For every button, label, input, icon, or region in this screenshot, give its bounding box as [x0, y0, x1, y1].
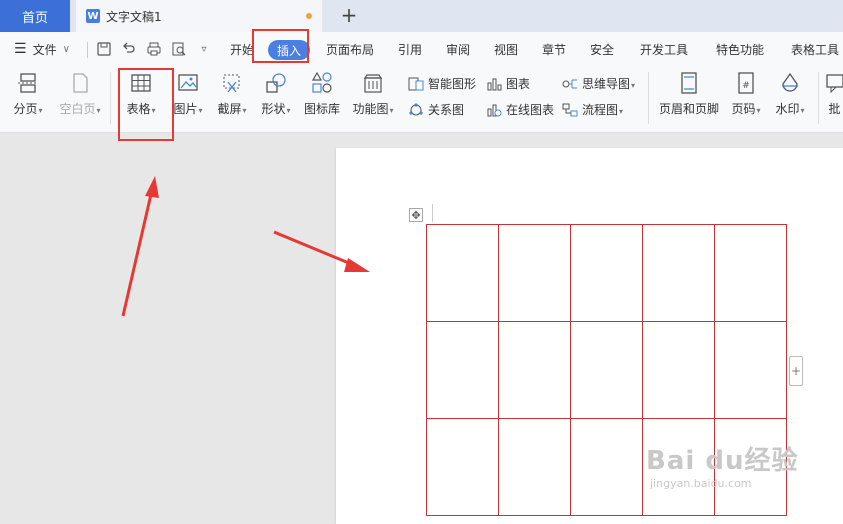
arrow-to-document [273, 230, 370, 272]
arrow-to-table-button [121, 176, 159, 317]
annotation-arrows [121, 176, 370, 317]
